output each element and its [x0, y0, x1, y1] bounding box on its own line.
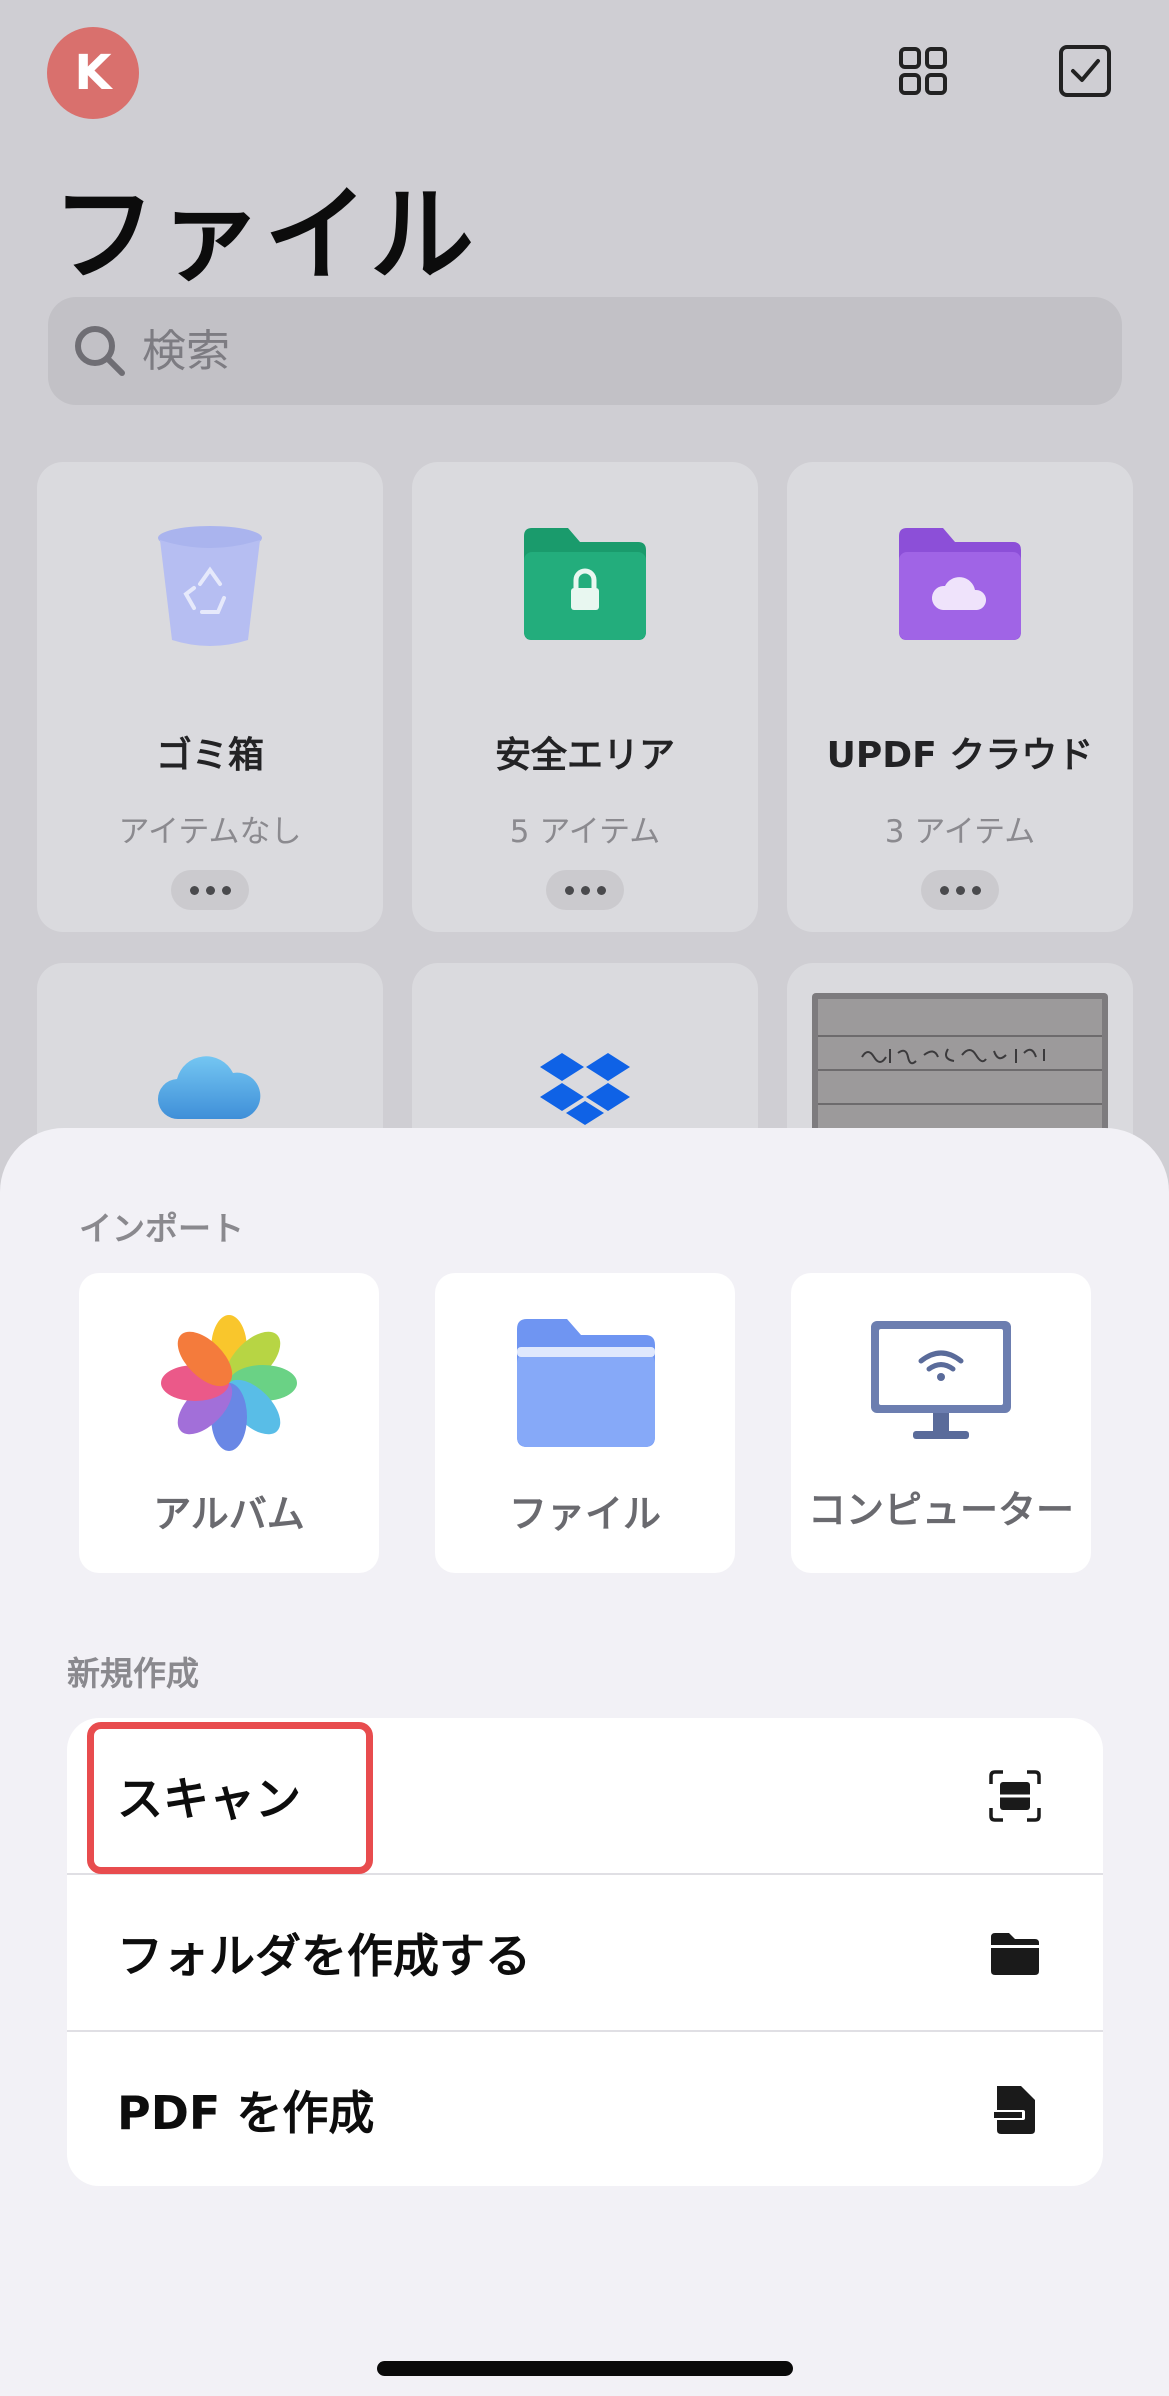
- import-section-label: インポート: [79, 1209, 244, 1248]
- home-indicator: [377, 2361, 793, 2376]
- search-bar[interactable]: [48, 297, 1122, 405]
- create-folder-row[interactable]: フォルダを作成する: [67, 1875, 1103, 2031]
- import-files-label: ファイル: [508, 1492, 661, 1536]
- select-checkbox-icon[interactable]: [1055, 41, 1115, 101]
- create-pdf-row[interactable]: PDF を作成: [67, 2032, 1103, 2186]
- avatar[interactable]: K: [47, 27, 139, 119]
- pdf-file-icon: [991, 2086, 1035, 2134]
- search-input[interactable]: [142, 325, 1042, 377]
- create-section-label: 新規作成: [67, 1654, 199, 1693]
- photos-icon: [161, 1315, 297, 1451]
- tile-name: 安全エリア: [494, 735, 675, 776]
- tile-name: ゴミ箱: [155, 735, 264, 776]
- tile-count: 3 アイテム: [884, 814, 1036, 850]
- search-icon: [75, 326, 125, 376]
- tile-name: UPDF クラウド: [826, 735, 1094, 776]
- dropbox-icon: [540, 1053, 630, 1125]
- import-computer-button[interactable]: コンピューター: [791, 1273, 1091, 1573]
- create-folder-label: フォルダを作成する: [117, 1929, 531, 1983]
- computer-wifi-icon: [871, 1321, 1011, 1439]
- tile-secure-area[interactable]: 安全エリア 5 アイテム: [412, 462, 758, 932]
- more-options-icon[interactable]: [921, 870, 999, 910]
- tile-count: 5 アイテム: [509, 814, 661, 850]
- import-album-button[interactable]: アルバム: [79, 1273, 379, 1573]
- more-options-icon[interactable]: [546, 870, 624, 910]
- page-title: ファイル: [52, 174, 477, 296]
- tile-trash[interactable]: ゴミ箱 アイテムなし: [37, 462, 383, 932]
- create-pdf-label: PDF を作成: [117, 2086, 375, 2140]
- cloud-folder-icon: [899, 528, 1021, 640]
- import-files-button[interactable]: ファイル: [435, 1273, 735, 1573]
- tile-count: アイテムなし: [118, 814, 302, 850]
- import-album-label: アルバム: [153, 1492, 305, 1536]
- create-list: スキャン フォルダを作成する PDF を作成: [67, 1718, 1103, 2186]
- files-folder-icon: [517, 1319, 655, 1447]
- scan-label: スキャン: [117, 1772, 301, 1826]
- avatar-letter: K: [74, 45, 112, 101]
- icloud-icon: [157, 1056, 261, 1120]
- more-options-icon[interactable]: [171, 870, 249, 910]
- folder-icon: [991, 1933, 1039, 1975]
- locked-folder-icon: [524, 528, 646, 640]
- import-computer-label: コンピューター: [807, 1488, 1074, 1532]
- tile-updf-cloud[interactable]: UPDF クラウド 3 アイテム: [787, 462, 1133, 932]
- grid-view-icon[interactable]: [893, 41, 953, 101]
- scan-row[interactable]: スキャン: [67, 1718, 1103, 1874]
- trash-bin-icon: [158, 526, 262, 646]
- scan-icon: [989, 1770, 1041, 1822]
